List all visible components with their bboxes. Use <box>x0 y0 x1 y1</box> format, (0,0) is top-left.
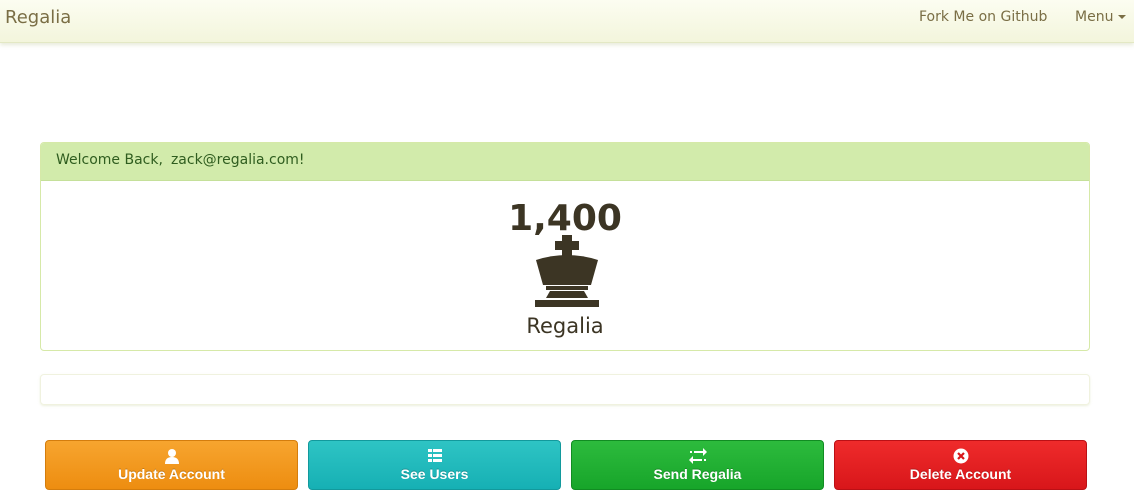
chess-king-icon <box>535 235 599 307</box>
balance-panel: Welcome Back, zack@regalia.com! 1,400 Reg… <box>40 142 1090 351</box>
navbar: Regalia Fork Me on Github Menu <box>0 0 1134 43</box>
panel-heading: Welcome Back, zack@regalia.com! <box>41 143 1089 181</box>
fork-github-link[interactable]: Fork Me on Github <box>919 9 1047 25</box>
see-users-label: See Users <box>400 466 469 482</box>
user-email: zack@regalia.com! <box>170 152 305 168</box>
update-account-button[interactable]: Update Account <box>45 440 298 490</box>
user-icon <box>46 448 297 464</box>
send-regalia-button[interactable]: Send Regalia <box>571 440 824 490</box>
delete-account-label: Delete Account <box>909 466 1012 482</box>
menu-dropdown[interactable]: Menu <box>1075 9 1127 25</box>
transfer-icon <box>572 448 823 464</box>
welcome-text: Welcome Back, <box>56 152 163 168</box>
list-icon <box>309 448 560 464</box>
remove-circle-icon <box>835 448 1086 464</box>
send-regalia-label: Send Regalia <box>653 466 742 482</box>
see-users-button[interactable]: See Users <box>308 440 561 490</box>
update-account-label: Update Account <box>118 466 225 482</box>
brand-link[interactable]: Regalia <box>5 7 71 28</box>
caret-down-icon <box>1118 15 1127 19</box>
menu-label: Menu <box>1075 9 1114 25</box>
delete-account-button[interactable]: Delete Account <box>834 440 1087 490</box>
currency-name: Regalia <box>526 314 604 338</box>
empty-panel <box>40 374 1090 405</box>
